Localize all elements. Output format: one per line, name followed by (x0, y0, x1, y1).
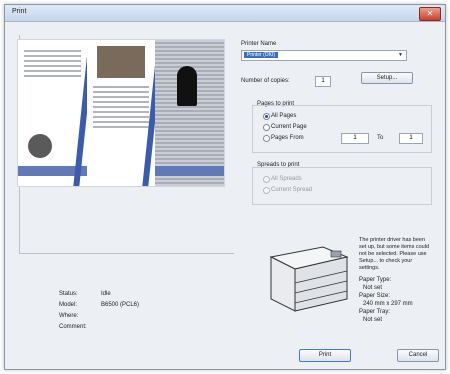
radio-all-pages[interactable] (263, 113, 270, 120)
preview-panel-1 (18, 40, 87, 186)
pages-to-input[interactable]: 1 (399, 133, 423, 144)
driver-info-text: The printer driver has been set up, but … (359, 237, 430, 271)
printer-name-label: Printer Name (241, 41, 277, 47)
paper-size-value: 240 mm x 297 mm (363, 301, 413, 307)
copies-input[interactable]: 1 (315, 76, 331, 87)
preview-panel-3 (155, 40, 225, 186)
status-value: Idle (101, 291, 111, 297)
printer-select-value: Printer (OKI) (244, 52, 279, 58)
printer-select[interactable]: Printer (OKI) ▼ (241, 50, 407, 61)
radio-all-spreads[interactable] (263, 176, 270, 183)
setup-button[interactable]: Setup... (361, 72, 413, 84)
pages-from-label: Pages From (271, 135, 304, 141)
copies-label: Number of copies: (241, 78, 290, 84)
all-spreads-label: All Spreads (271, 176, 302, 182)
comment-label: Comment: (59, 324, 87, 330)
model-label: Model: (59, 302, 78, 308)
brochure-preview (17, 39, 225, 187)
window-title: Print (12, 8, 27, 15)
radio-current-page[interactable] (263, 124, 270, 131)
all-pages-label: All Pages (271, 113, 297, 119)
photo-image (96, 46, 145, 78)
pages-to-label: To (377, 135, 384, 141)
camera-image (28, 134, 52, 158)
where-label: Where: (59, 313, 79, 319)
current-spread-label: Current Spread (271, 187, 313, 193)
paper-type-label: Paper Type: (359, 277, 392, 283)
paper-size-label: Paper Size: (359, 293, 391, 299)
paper-type-value: Not set (363, 285, 383, 291)
preview-panel-2 (86, 40, 156, 186)
radio-pages-from[interactable] (263, 135, 270, 142)
paper-tray-value: Not set (363, 317, 383, 323)
print-button[interactable]: Print (299, 349, 351, 362)
model-value: B6500 (PCL6) (101, 302, 140, 308)
status-label: Status: (59, 291, 78, 297)
title-bar: Print ✕ (5, 5, 445, 22)
print-dialog: Print ✕ Printer Name Printer (OKI) ▼ Num… (4, 4, 446, 370)
pages-from-input[interactable]: 1 (341, 133, 369, 144)
radio-current-spread[interactable] (263, 187, 270, 194)
spreads-group (252, 167, 432, 205)
printer-icon (269, 246, 349, 312)
close-button[interactable]: ✕ (419, 7, 441, 21)
chevron-down-icon: ▼ (398, 52, 403, 58)
current-page-label: Current Page (271, 124, 307, 130)
cancel-button[interactable]: Cancel (397, 349, 439, 362)
paper-tray-label: Paper Tray: (359, 309, 391, 315)
person-image (177, 66, 198, 106)
